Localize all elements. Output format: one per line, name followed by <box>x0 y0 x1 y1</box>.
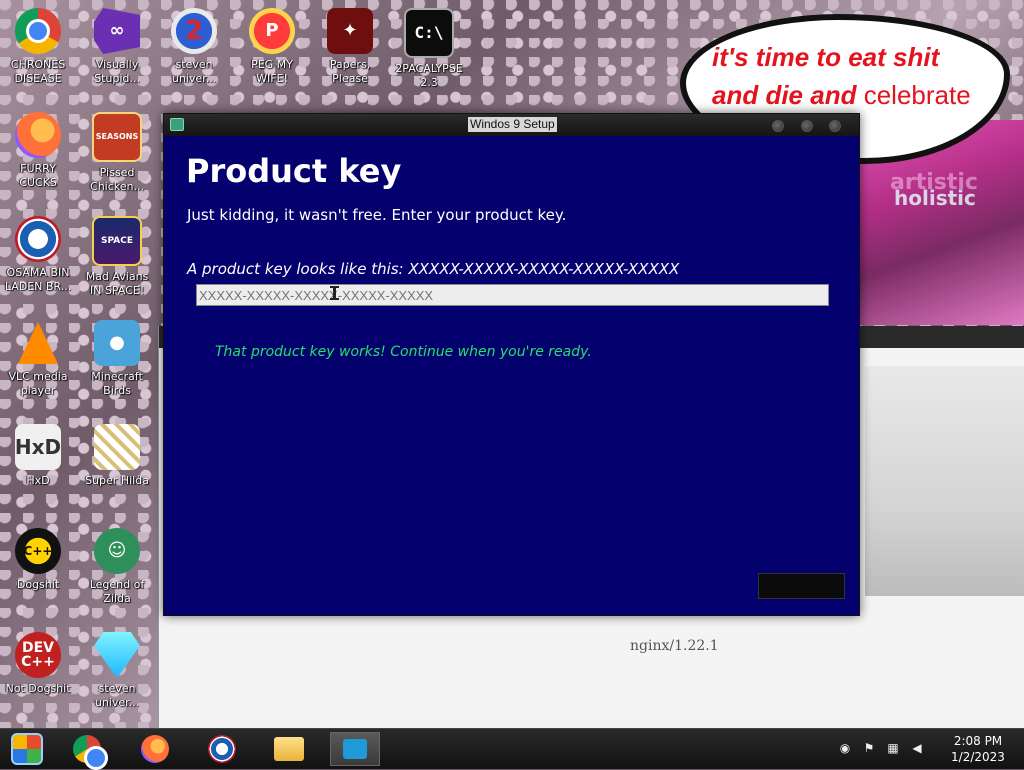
clock-date: 1/2/2023 <box>951 750 1005 764</box>
desktop-icon[interactable]: VLC media player <box>1 320 75 398</box>
setup-window[interactable]: Windos 9 Setup Product key Just kidding,… <box>163 113 860 616</box>
desktop-icon[interactable]: ☺ Legend of Zilda <box>80 528 154 606</box>
taskbar-item-obama[interactable] <box>197 732 247 766</box>
cmd-icon: C:\ <box>404 8 454 58</box>
desktop-icon[interactable]: SEASONS Pissed Chicken... <box>80 112 154 194</box>
system-tray: ◉ ⚑ ▦ ◀ <box>838 741 924 755</box>
desktop-icon[interactable]: SPACE Mad Avians IN SPACE! <box>80 216 154 298</box>
product-key-format-hint: A product key looks like this: XXXXX-XXX… <box>187 260 680 278</box>
desktop-icon-label: VLC media player <box>8 370 68 397</box>
desktop-icon[interactable]: OSAMA BIN LADEN BR... <box>1 216 75 294</box>
volume-icon[interactable]: ◀ <box>910 741 924 755</box>
peggle-icon: P <box>249 8 295 54</box>
desktop-icon[interactable]: C:\ 2PACALYPSE 2.3 <box>392 8 466 90</box>
setup-titlebar[interactable]: Windos 9 Setup <box>164 114 859 136</box>
hxd-icon: HxD <box>15 424 61 470</box>
minimize-button[interactable] <box>772 120 784 132</box>
dev-cpp-icon: DEV C++ <box>15 632 61 678</box>
desktop-icon-label: Minecraft Birds <box>91 370 143 397</box>
page-title: Product key <box>186 152 402 190</box>
taskbar-item-firefox[interactable] <box>130 732 180 766</box>
obama-logo-icon <box>208 735 236 763</box>
desktop-icon[interactable]: P PEG MY WIFE! <box>235 8 309 86</box>
close-button[interactable] <box>829 120 841 132</box>
speech-bubble-bold: and die and <box>712 80 857 110</box>
desktop-icon-label: 2PACALYPSE 2.3 <box>395 62 463 89</box>
desktop-icon-label: Super Hilda <box>85 474 149 487</box>
desktop-icon[interactable]: HxD HxD <box>1 424 75 488</box>
desktop-icon[interactable]: FURRY CUCKS <box>1 112 75 190</box>
desktop-icon[interactable]: ∞ Visually Stupid... <box>80 8 154 86</box>
desktop-icon-label: Papers, Please <box>329 58 371 85</box>
nginx-version-text: nginx/1.22.1 <box>630 638 719 654</box>
taskbar-item-chrome[interactable] <box>62 732 112 770</box>
obama-logo-icon <box>15 216 61 262</box>
taskbar-item-file-explorer[interactable] <box>264 732 314 766</box>
diamond-icon <box>94 632 140 678</box>
desktop-icon[interactable]: steven univer... <box>80 632 154 710</box>
background-photo <box>865 366 1024 596</box>
desktop-icon-label: Pissed Chicken... <box>90 166 144 193</box>
visual-studio-icon: ∞ <box>94 8 140 54</box>
taskbar-item-setup[interactable] <box>330 732 380 766</box>
angry-birds-seasons-icon: SEASONS <box>92 112 142 162</box>
desktop-icon[interactable]: CHRONES DISEASE <box>1 8 75 86</box>
speech-bubble-plain: celebrate <box>863 80 971 110</box>
desktop-icon[interactable]: C++ Dogshit <box>1 528 75 592</box>
setup-app-icon <box>170 118 184 131</box>
cpp-icon: C++ <box>15 528 61 574</box>
desktop-icon-label: HxD <box>26 474 50 487</box>
desktop-icon-label: Visually Stupid... <box>94 58 140 85</box>
setup-icon <box>343 739 367 759</box>
network-icon[interactable]: ▦ <box>886 741 900 755</box>
desktop-icon-label: Not Dogshit <box>5 682 71 695</box>
desktop-icon-label: Dogshit <box>16 578 60 591</box>
desktop-icon-label: CHRONES DISEASE <box>10 58 66 85</box>
speech-bubble-line: it's time to eat shit <box>712 42 940 72</box>
vlc-cone-icon <box>15 320 61 366</box>
wallpaper-art-text: holistic <box>894 186 976 210</box>
setup-subtitle: Just kidding, it wasn't free. Enter your… <box>187 206 567 224</box>
desktop-icon-label: Legend of Zilda <box>89 578 145 605</box>
pixel-dog-icon <box>94 424 140 470</box>
desktop-icon[interactable]: Super Hilda <box>80 424 154 488</box>
clock-time: 2:08 PM <box>953 734 1003 748</box>
setup-window-title: Windos 9 Setup <box>468 117 557 132</box>
product-key-input[interactable] <box>196 284 829 306</box>
desktop-icon-label: PEG MY WIFE! <box>251 58 293 85</box>
desktop-icon[interactable]: 2 steven univer... <box>157 8 231 86</box>
desktop-icon-label: steven univer... <box>171 58 217 85</box>
papers-please-icon: ✦ <box>327 8 373 54</box>
chrome-icon <box>15 8 61 54</box>
speech-bubble-line: and die and celebrate <box>712 80 971 111</box>
zelda-character-icon: ☺ <box>94 528 140 574</box>
product-key-status: That product key works! Continue when yo… <box>215 344 592 360</box>
firefox-icon <box>141 735 169 763</box>
text-cursor-icon <box>330 286 339 300</box>
obama-logo-icon[interactable]: ◉ <box>838 741 852 755</box>
maximize-button[interactable] <box>801 120 813 132</box>
taskbar: ◉ ⚑ ▦ ◀ 2:08 PM 1/2/2023 <box>0 728 1024 770</box>
chrome-icon <box>73 735 108 770</box>
desktop-icon-label: FURRY CUCKS <box>19 162 57 189</box>
desktop-icon[interactable]: DEV C++ Not Dogshit <box>1 632 75 696</box>
angry-bird-icon: ● <box>94 320 140 366</box>
desktop-icon[interactable]: ● Minecraft Birds <box>80 320 154 398</box>
taskbar-start-button[interactable] <box>2 732 52 766</box>
flag-icon[interactable]: ⚑ <box>862 741 876 755</box>
taskbar-clock[interactable]: 2:08 PM 1/2/2023 <box>940 733 1016 765</box>
desktop-icon-label: Mad Avians IN SPACE! <box>85 270 149 297</box>
folder-icon <box>274 737 304 761</box>
desktop-icon[interactable]: ✦ Papers, Please <box>313 8 387 86</box>
desktop-icon-label: OSAMA BIN LADEN BR... <box>4 266 72 293</box>
next-button[interactable] <box>758 573 845 599</box>
steven-universe-icon: 2 <box>171 8 217 54</box>
desktop-icon-label: steven univer... <box>94 682 140 709</box>
angry-birds-space-icon: SPACE <box>92 216 142 266</box>
firefox-icon <box>15 112 61 158</box>
start-icon <box>11 733 43 765</box>
